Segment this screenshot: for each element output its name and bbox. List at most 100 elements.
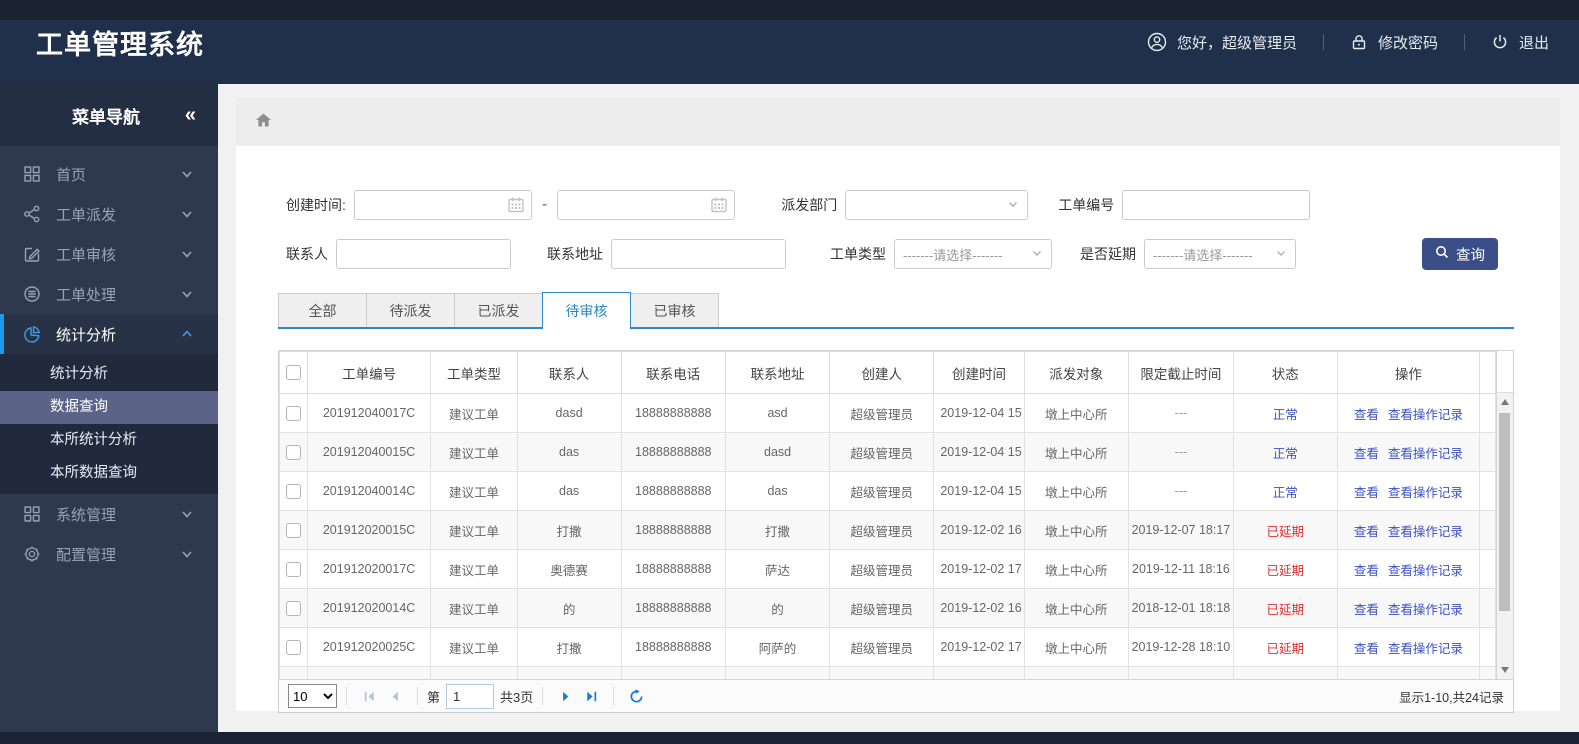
sidebar-item-5[interactable]: 系统管理 [0, 494, 218, 534]
app-title: 工单管理系统 [36, 29, 204, 60]
pager-divider [346, 687, 347, 705]
table-row: 201912040017C 建议工单 dasd 18888888888 asd 超级管理员… [279, 393, 1496, 433]
sidebar: 菜单导航 « 首页 工单派发 工单审核 工单处理 统计分析 统计分析 数据查询 本所统计分析本… [0, 84, 218, 732]
view-log-link[interactable]: 查看操作记录 [1388, 486, 1463, 500]
create-time-to-input[interactable] [557, 190, 736, 220]
filler-cell [1479, 510, 1496, 550]
sidebar-item-2[interactable]: 工单审核 [0, 234, 218, 274]
address-input[interactable] [611, 239, 786, 269]
create-time-from-input[interactable] [353, 190, 532, 220]
next-page-button[interactable] [556, 687, 574, 705]
view-log-link[interactable]: 查看操作记录 [1388, 447, 1463, 461]
view-log-link[interactable]: 查看操作记录 [1388, 603, 1463, 617]
actions-cell: 查看 查看操作记录 [1336, 510, 1481, 550]
view-link[interactable]: 查看 [1354, 564, 1379, 578]
cell-phone: 18888888888 [635, 406, 712, 420]
dispatch-dept-select[interactable] [845, 190, 1029, 220]
sidebar-subitem-3[interactable]: 本所数据查询 [0, 457, 218, 490]
tab-2[interactable]: 已派发 [454, 293, 543, 327]
row-checkbox[interactable] [285, 444, 301, 460]
cell-address: 萨达 [765, 563, 791, 578]
calendar-icon[interactable] [507, 196, 525, 219]
order-type-select[interactable]: -------请选择------- [894, 239, 1052, 269]
row-checkbox[interactable] [285, 639, 301, 655]
scrollbar-thumb[interactable] [1499, 413, 1510, 611]
sidebar-item-4[interactable]: 统计分析 [0, 314, 218, 354]
view-link[interactable]: 查看 [1354, 525, 1379, 539]
contact-input[interactable] [336, 239, 511, 269]
view-link[interactable]: 查看 [1354, 447, 1379, 461]
calendar-icon[interactable] [710, 196, 728, 219]
last-page-button[interactable] [582, 687, 600, 705]
row-checkbox[interactable] [285, 600, 301, 616]
column-header-1: 工单类型 [430, 351, 518, 394]
row-checkbox[interactable] [285, 405, 301, 421]
actions-cell: 查看 查看操作记录 [1336, 471, 1481, 511]
view-link[interactable]: 查看 [1354, 603, 1379, 617]
cell-contact: das [559, 484, 580, 498]
view-link[interactable]: 查看 [1354, 408, 1379, 422]
view-link[interactable]: 查看 [1354, 486, 1379, 500]
chevron-down-icon [180, 207, 194, 221]
column-header-3: 联系电话 [620, 351, 727, 394]
user-greeting[interactable]: 您好，超级管理员 [1147, 32, 1297, 53]
sidebar-item-6[interactable]: 配置管理 [0, 534, 218, 574]
delay-label: 是否延期 [1080, 246, 1136, 262]
page-number-input[interactable] [446, 683, 495, 709]
view-log-link[interactable]: 查看操作记录 [1388, 642, 1463, 656]
scroll-down-icon[interactable] [1501, 667, 1509, 673]
header-divider [1322, 34, 1324, 50]
cell-phone: 18888888888 [635, 562, 712, 576]
view-log-link[interactable]: 查看操作记录 [1388, 408, 1463, 422]
cell-target: 墩上中心所 [1045, 446, 1108, 461]
tab-3[interactable]: 待审核 [542, 292, 631, 329]
cell-creator: 超级管理员 [850, 524, 913, 539]
cell-deadline: 2019-12-11 18:16 [1132, 562, 1230, 576]
view-log-link[interactable]: 查看操作记录 [1388, 525, 1463, 539]
select-all-checkbox[interactable] [285, 365, 301, 381]
filter-form: 创建时间: - 派发部门 工单编号 联系人 联系地址 工单类型 -------请… [236, 146, 1560, 270]
cell-order_no: 201912020017C [322, 562, 416, 576]
edit-icon [22, 245, 41, 264]
home-icon[interactable] [254, 111, 273, 134]
view-log-link[interactable]: 查看操作记录 [1388, 564, 1463, 578]
page-size-select[interactable]: 10 [288, 684, 337, 708]
sidebar-subitem-1[interactable]: 数据查询 [0, 391, 218, 424]
header-divider [1463, 34, 1465, 50]
first-page-button[interactable] [360, 687, 378, 705]
prev-page-button[interactable] [386, 687, 404, 705]
cell-created: 2019-12-02 16 [940, 523, 1022, 537]
content-panel: 创建时间: - 派发部门 工单编号 联系人 联系地址 工单类型 -------请… [236, 146, 1560, 713]
scroll-up-icon[interactable] [1501, 399, 1509, 405]
cell-target: 墩上中心所 [1045, 563, 1108, 578]
sidebar-item-1[interactable]: 工单派发 [0, 194, 218, 234]
cell-address: dasd [764, 445, 792, 459]
dashboard-icon [22, 165, 41, 184]
tab-0[interactable]: 全部 [278, 293, 367, 327]
scrollbar-track[interactable] [1497, 393, 1513, 679]
cell-type: 建议工单 [449, 641, 500, 656]
sidebar-subitem-0[interactable]: 统计分析 [0, 358, 218, 391]
row-checkbox[interactable] [285, 561, 301, 577]
status-tabs: 全部 待派发 已派发 待审核 已审核 [278, 292, 1514, 329]
collapse-sidebar-icon[interactable]: « [185, 105, 196, 125]
sidebar-item-0[interactable]: 首页 [0, 154, 218, 194]
tab-1[interactable]: 待派发 [366, 293, 455, 327]
search-button[interactable]: 查询 [1422, 238, 1498, 270]
order-no-input[interactable] [1122, 190, 1311, 220]
tab-4[interactable]: 已审核 [630, 293, 719, 327]
logout-button[interactable]: 退出 [1491, 32, 1549, 53]
table-row: 201912020014C 建议工单 的 18888888888 的 超级管理员 2019-… [279, 588, 1496, 628]
sidebar-subitem-2[interactable]: 本所统计分析 [0, 424, 218, 457]
refresh-icon[interactable] [627, 687, 645, 705]
row-checkbox[interactable] [285, 483, 301, 499]
pie-chart-icon [22, 325, 41, 344]
user-icon [1147, 32, 1167, 52]
cell-type: 建议工单 [449, 563, 500, 578]
lock-icon [1350, 33, 1368, 51]
view-link[interactable]: 查看 [1354, 642, 1379, 656]
row-checkbox[interactable] [285, 522, 301, 538]
change-password-button[interactable]: 修改密码 [1350, 32, 1438, 53]
sidebar-item-3[interactable]: 工单处理 [0, 274, 218, 314]
delay-select[interactable]: -------请选择------- [1144, 239, 1296, 269]
